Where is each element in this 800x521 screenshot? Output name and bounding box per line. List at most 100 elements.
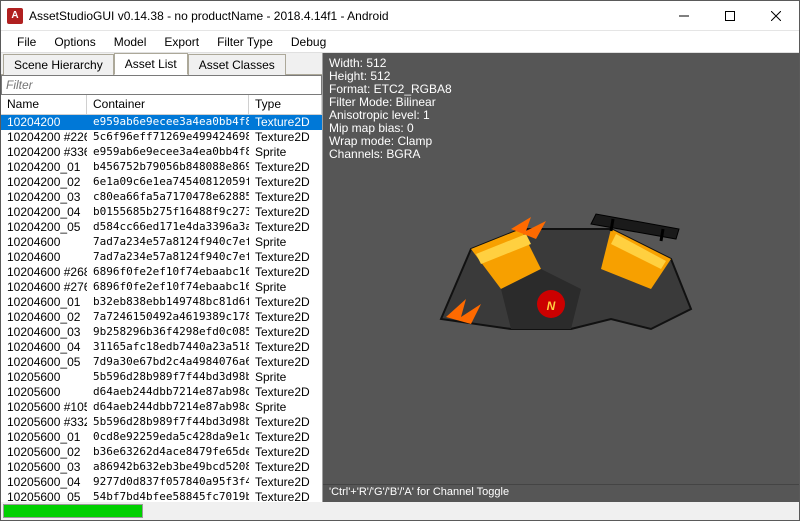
table-row[interactable]: 10204600_0431165afc18edb7440a23a518aa652… [1, 340, 322, 355]
table-row[interactable]: 10205600d64aeb244dbb7214e87ab98dc384a313… [1, 385, 322, 400]
cell-type: Sprite [249, 400, 322, 415]
table-row[interactable]: 10204200e959ab6e9ecee3a4ea0bb4f81552414a… [1, 115, 322, 130]
cell-container: a86942b632eb3be49bcd520878dcee64 [87, 460, 249, 475]
table-row[interactable]: 10204600_01b32eb838ebb149748bc81d6fbf475… [1, 295, 322, 310]
cell-type: Texture2D [249, 205, 322, 220]
table-row[interactable]: 10204600_027a7246150492a4619389c1781aa0d… [1, 310, 322, 325]
cell-type: Texture2D [249, 445, 322, 460]
cell-container: 9277d0d837f057840a95f3f493f3c794 [87, 475, 249, 490]
cell-type: Texture2D [249, 385, 322, 400]
menubar: File Options Model Export Filter Type De… [1, 31, 799, 53]
menu-options[interactable]: Options [46, 33, 103, 51]
cell-name: 10204600_05 [1, 355, 87, 370]
cell-container: e959ab6e9ecee3a4ea0bb4f81552414a [87, 115, 249, 130]
minimize-button[interactable] [661, 1, 707, 31]
table-row[interactable]: 10205600 #33255b596d28b989f7f44bd3d98b2c… [1, 415, 322, 430]
col-header-type[interactable]: Type [249, 95, 322, 114]
table-row[interactable]: 102046007ad7a234e57a8124f940c7ef4b677d9e… [1, 235, 322, 250]
car-body-icon: N [411, 169, 711, 369]
table-row[interactable]: 10204200_03c80ea66fa5a7170478e62885d7824… [1, 190, 322, 205]
cell-type: Texture2D [249, 115, 322, 130]
table-row[interactable]: 10204200_05d584cc66ed171e4da3396a3ae1d41… [1, 220, 322, 235]
cell-name: 10204200_05 [1, 220, 87, 235]
cell-name: 10204200 #3360 [1, 145, 87, 160]
cell-name: 10204600_01 [1, 295, 87, 310]
close-button[interactable] [753, 1, 799, 31]
table-row[interactable]: 10205600_0554bf7bd4bfee58845fc7019b8e610… [1, 490, 322, 502]
table-row[interactable]: 10204600_057d9a30e67bd2c4a4984076a6ca9e3… [1, 355, 322, 370]
cell-container: 31165afc18edb7440a23a518aa652d69 [87, 340, 249, 355]
cell-container: c80ea66fa5a7170478e62885d78244de [87, 190, 249, 205]
table-row[interactable]: 10205600_03a86942b632eb3be49bcd520878dce… [1, 460, 322, 475]
texture-meta: Width: 512Height: 512Format: ETC2_RGBA8F… [329, 57, 452, 161]
maximize-button[interactable] [707, 1, 753, 31]
tab-asset-classes[interactable]: Asset Classes [188, 54, 286, 75]
filter-box [1, 75, 322, 95]
cell-type: Texture2D [249, 265, 322, 280]
cell-container: b32eb838ebb149748bc81d6fbf47527c [87, 295, 249, 310]
table-row[interactable]: 10205600_049277d0d837f057840a95f3f493f3c… [1, 475, 322, 490]
menu-filter-type[interactable]: Filter Type [209, 33, 281, 51]
cell-container: 54bf7bd4bfee58845fc7019b8e6105ba [87, 490, 249, 502]
cell-type: Sprite [249, 235, 322, 250]
cell-container: 7ad7a234e57a8124f940c7ef4b677d9e [87, 250, 249, 265]
cell-container: 6e1a09c6e1ea74540812059f031ef8d5 [87, 175, 249, 190]
cell-container: d64aeb244dbb7214e87ab98dc384a313 [87, 400, 249, 415]
meta-line: Channels: BGRA [329, 148, 452, 161]
col-header-name[interactable]: Name [1, 95, 87, 114]
tab-strip: Scene Hierarchy Asset List Asset Classes [1, 53, 322, 75]
table-row[interactable]: 102056005b596d28b989f7f44bd3d98b2c1a23f8… [1, 370, 322, 385]
titlebar: A AssetStudioGUI v0.14.38 - no productNa… [1, 1, 799, 31]
cell-type: Texture2D [249, 310, 322, 325]
cell-name: 10204600_03 [1, 325, 87, 340]
table-row[interactable]: 10204200_026e1a09c6e1ea74540812059f031ef… [1, 175, 322, 190]
cell-name: 10205600_05 [1, 490, 87, 502]
preview-panel: Width: 512Height: 512Format: ETC2_RGBA8F… [323, 53, 799, 502]
tab-scene-hierarchy[interactable]: Scene Hierarchy [3, 54, 114, 75]
cell-container: d64aeb244dbb7214e87ab98dc384a313 [87, 385, 249, 400]
cell-name: 10204600 [1, 235, 87, 250]
cell-name: 10205600_01 [1, 430, 87, 445]
cell-type: Texture2D [249, 190, 322, 205]
table-row[interactable]: 10204200 #3360e959ab6e9ecee3a4ea0bb4f815… [1, 145, 322, 160]
table-row[interactable]: 10204200 #22665c6f96eff71269e4994246984e… [1, 130, 322, 145]
cell-name: 10205600 [1, 370, 87, 385]
table-row[interactable]: 10204600 #27646896f0fe2ef10f74ebaabc165e… [1, 280, 322, 295]
cell-name: 10204600_04 [1, 340, 87, 355]
tab-asset-list[interactable]: Asset List [114, 53, 188, 75]
cell-container: e959ab6e9ecee3a4ea0bb4f81552414a [87, 145, 249, 160]
filter-input[interactable] [1, 75, 322, 95]
cell-type: Texture2D [249, 355, 322, 370]
menu-model[interactable]: Model [106, 33, 155, 51]
menu-export[interactable]: Export [156, 33, 207, 51]
cell-type: Texture2D [249, 295, 322, 310]
cell-type: Texture2D [249, 430, 322, 445]
cell-name: 10204600 #2764 [1, 280, 87, 295]
cell-name: 10204600_02 [1, 310, 87, 325]
cell-type: Texture2D [249, 250, 322, 265]
table-row[interactable]: 102046007ad7a234e57a8124f940c7ef4b677d9e… [1, 250, 322, 265]
cell-type: Sprite [249, 280, 322, 295]
table-row[interactable]: 10204200_04b0155685b275f16488f9c273d82c7… [1, 205, 322, 220]
cell-container: 6896f0fe2ef10f74ebaabc165e9d0404 [87, 280, 249, 295]
table-row[interactable]: 10204200_01b456752b79056b848088e86979ed8… [1, 160, 322, 175]
cell-container: 7a7246150492a4619389c1781aa0d11 [87, 310, 249, 325]
left-panel: Scene Hierarchy Asset List Asset Classes… [1, 53, 323, 502]
cell-container: 7d9a30e67bd2c4a4984076a6ca9e3dff [87, 355, 249, 370]
cell-name: 10204200_01 [1, 160, 87, 175]
cell-type: Sprite [249, 370, 322, 385]
cell-container: 6896f0fe2ef10f74ebaabc165e9d0404 [87, 265, 249, 280]
asset-list[interactable]: 10204200e959ab6e9ecee3a4ea0bb4f81552414a… [1, 115, 322, 502]
cell-name: 10205600 #1057 [1, 400, 87, 415]
table-row[interactable]: 10205600_010cd8e92259eda5c428da9e1d54bbf… [1, 430, 322, 445]
table-row[interactable]: 10204600 #26836896f0fe2ef10f74ebaabc165e… [1, 265, 322, 280]
cell-name: 10205600_04 [1, 475, 87, 490]
table-row[interactable]: 10204600_039b258296b36f4298efd0c08579715… [1, 325, 322, 340]
menu-file[interactable]: File [9, 33, 44, 51]
col-header-container[interactable]: Container [87, 95, 249, 114]
table-row[interactable]: 10205600_02b36e63262d4ace8479fe65de893cc… [1, 445, 322, 460]
table-row[interactable]: 10205600 #1057d64aeb244dbb7214e87ab98dc3… [1, 400, 322, 415]
cell-container: 5b596d28b989f7f44bd3d98b2c1a23f8 [87, 415, 249, 430]
menu-debug[interactable]: Debug [283, 33, 334, 51]
cell-name: 10204200_04 [1, 205, 87, 220]
